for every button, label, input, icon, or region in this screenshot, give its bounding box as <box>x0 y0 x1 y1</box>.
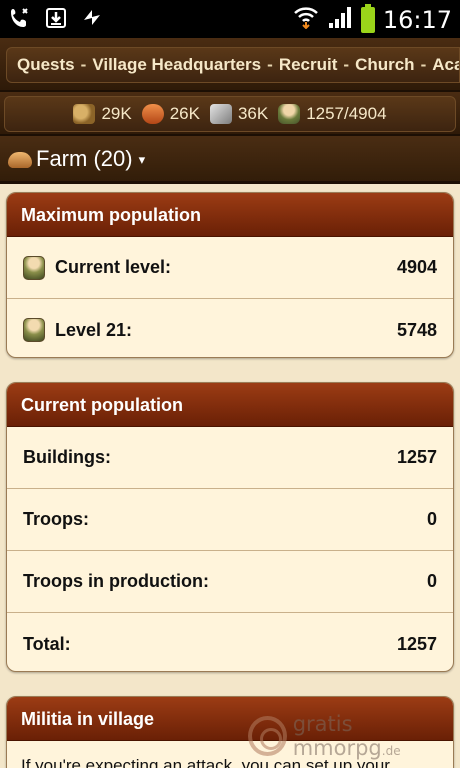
system-icons: 16:17 <box>293 3 452 35</box>
resource-display: 29K 26K 36K 1257/4904 <box>4 96 456 132</box>
table-row: Current level: 4904 <box>7 237 453 299</box>
row-label: Troops in production: <box>23 571 209 591</box>
iron-icon <box>209 104 232 124</box>
table-row: Troops: 0 <box>7 489 453 551</box>
wood-amount: 29K <box>101 104 132 123</box>
row-label: Level 21: <box>55 319 133 340</box>
resource-wood: 29K <box>73 104 132 124</box>
watermark-logo-icon <box>248 716 287 756</box>
notification-icons <box>8 6 104 30</box>
nav-separator: - <box>343 55 350 74</box>
nav-separator: - <box>420 55 427 74</box>
missed-call-icon <box>8 6 32 30</box>
wifi-icon <box>293 5 319 34</box>
row-value: 1257 <box>396 633 437 654</box>
wood-icon <box>73 104 96 124</box>
clay-amount: 26K <box>169 104 200 123</box>
nav-item-village-headquarters[interactable]: Village Headquarters <box>92 55 261 74</box>
iron-amount: 36K <box>237 104 269 123</box>
row-value: 1257 <box>396 447 437 467</box>
resource-bar: 29K 26K 36K 1257/4904 <box>0 92 460 136</box>
table-row: Level 21: 5748 <box>7 299 453 357</box>
villager-icon <box>23 318 45 342</box>
row-label: Current level: <box>55 257 172 277</box>
nav-separator: - <box>80 55 87 74</box>
clock: 16:17 <box>382 5 452 34</box>
row-label: Troops: <box>23 509 89 529</box>
row-value: 0 <box>426 509 437 529</box>
download-icon <box>44 6 68 30</box>
villager-icon <box>23 255 45 280</box>
resource-population: 1257/4904 <box>278 104 387 124</box>
table-row: Troops in production: 0 <box>7 551 453 613</box>
population-amount: 1257/4904 <box>306 104 387 123</box>
resource-clay: 26K <box>141 104 200 124</box>
nav-item-church[interactable]: Church <box>355 55 415 74</box>
max-population-panel: Maximum population Current level: 4904 L… <box>6 192 454 358</box>
sync-icon <box>80 6 104 30</box>
building-selector[interactable]: Farm (20) ▾ <box>0 136 460 184</box>
farm-icon <box>8 152 32 168</box>
building-title: Farm (20) <box>36 146 133 171</box>
current-population-panel: Current population Buildings: 1257 Troop… <box>6 382 454 672</box>
table-row: Buildings: 1257 <box>7 427 453 489</box>
panel-heading: Maximum population <box>7 193 453 237</box>
status-bar: 16:17 <box>0 0 460 38</box>
table-row: Total: 1257 <box>7 613 453 671</box>
nav-item-quests[interactable]: Quests <box>17 55 75 74</box>
row-value: 4904 <box>396 257 437 277</box>
building-nav-bar: Quests - Village Headquarters - Recruit - Chur… <box>0 38 460 92</box>
clay-icon <box>141 104 164 124</box>
signal-icon <box>327 4 353 35</box>
watermark-suffix: .de <box>381 744 401 758</box>
population-icon <box>278 104 301 124</box>
panel-heading: Current population <box>7 383 453 427</box>
row-value: 0 <box>426 571 437 591</box>
watermark: gratis mmorpg.de <box>248 712 460 760</box>
nav-item-academy[interactable]: Aca <box>432 55 459 74</box>
nav-item-recruit[interactable]: Recruit <box>279 55 338 74</box>
row-label: Total: <box>23 633 71 654</box>
battery-icon <box>360 3 375 33</box>
watermark-text: gratis mmorpg <box>292 712 382 760</box>
building-nav: Quests - Village Headquarters - Recruit - Chur… <box>6 47 460 83</box>
resource-iron: 36K <box>209 104 269 124</box>
chevron-down-icon: ▾ <box>138 152 146 167</box>
nav-separator: - <box>267 55 273 74</box>
row-value: 5748 <box>396 319 437 340</box>
row-label: Buildings: <box>23 447 111 467</box>
